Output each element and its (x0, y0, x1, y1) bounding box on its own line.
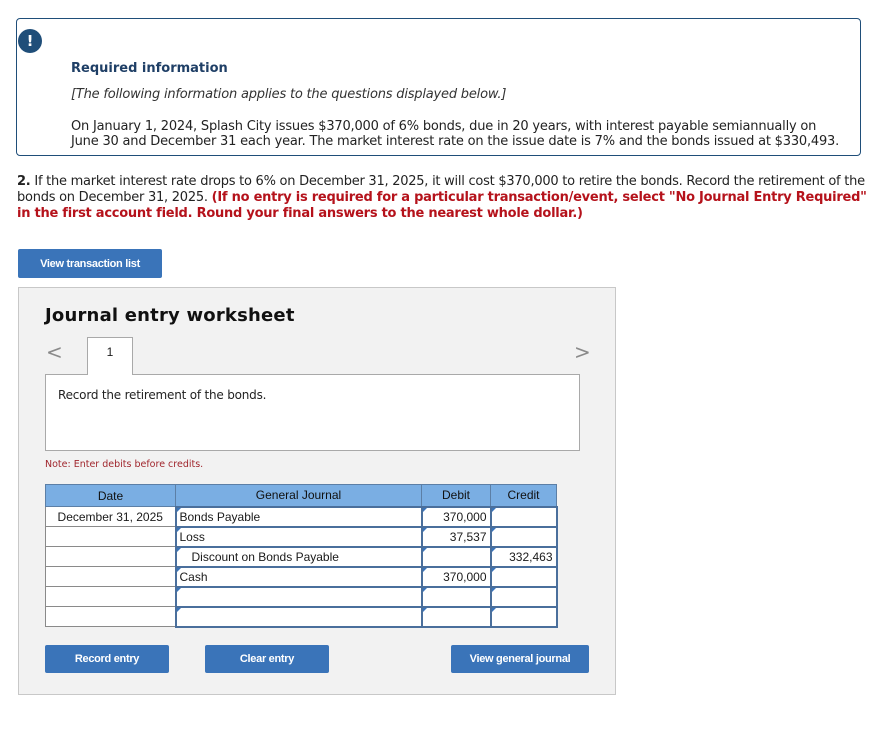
dropdown-marker-icon (176, 567, 181, 572)
question-text: 2. If the market interest rate drops to … (17, 174, 867, 222)
input-marker-icon (491, 527, 496, 532)
date-cell[interactable]: December 31, 2025 (45, 506, 176, 527)
debit-credit-note: Note: Enter debits before credits. (45, 459, 204, 470)
table-row: Discount on Bonds Payable 332,463 (45, 545, 558, 568)
date-cell[interactable] (45, 526, 176, 547)
date-cell[interactable] (45, 606, 176, 627)
date-cell[interactable] (45, 566, 176, 587)
account-field[interactable]: Loss (174, 525, 423, 548)
column-header-debit: Debit (421, 484, 491, 507)
debit-field[interactable] (420, 605, 492, 628)
dropdown-marker-icon (176, 527, 181, 532)
view-general-journal-button[interactable]: View general journal (451, 645, 589, 673)
table-row (45, 605, 558, 628)
required-information-panel: ! Required information [The following in… (16, 18, 861, 156)
input-marker-icon (422, 507, 427, 512)
journal-header-row: Date General Journal Debit Credit (45, 484, 557, 507)
journal-entry-worksheet: Journal entry worksheet < 1 > Record the… (18, 287, 616, 695)
chevron-left-icon[interactable]: < (46, 340, 63, 364)
transaction-description: Record the retirement of the bonds. (58, 388, 267, 402)
input-marker-icon (422, 527, 427, 532)
table-row: Loss 37,537 (45, 525, 558, 548)
credit-field[interactable] (489, 505, 558, 528)
date-cell[interactable] (45, 546, 176, 567)
input-marker-icon (422, 587, 427, 592)
account-field[interactable]: Bonds Payable (174, 505, 423, 528)
transaction-description-box: Record the retirement of the bonds. (45, 374, 580, 451)
dropdown-marker-icon (176, 587, 181, 592)
clear-entry-button[interactable]: Clear entry (205, 645, 329, 673)
dropdown-marker-icon (176, 507, 181, 512)
account-field[interactable]: Discount on Bonds Payable (174, 545, 423, 568)
date-cell[interactable] (45, 586, 176, 607)
record-entry-button[interactable]: Record entry (45, 645, 169, 673)
question-number: 2. (17, 174, 31, 189)
column-header-general-journal: General Journal (175, 484, 422, 507)
input-marker-icon (491, 607, 496, 612)
table-row (45, 585, 558, 608)
input-marker-icon (422, 607, 427, 612)
tab-entry-1[interactable]: 1 (87, 337, 133, 375)
column-header-credit: Credit (490, 484, 557, 507)
account-field[interactable] (174, 605, 423, 628)
credit-field[interactable] (489, 585, 558, 608)
journal-table: Date General Journal Debit Credit Decemb… (45, 484, 558, 628)
table-row: December 31, 2025 Bonds Payable 370,000 (45, 505, 558, 528)
view-transaction-list-button[interactable]: View transaction list (18, 249, 162, 278)
info-subtitle: [The following information applies to th… (71, 87, 507, 102)
input-marker-icon (491, 587, 496, 592)
chevron-right-icon[interactable]: > (574, 340, 591, 364)
debit-field[interactable] (420, 545, 492, 568)
dropdown-marker-icon (176, 547, 181, 552)
dropdown-marker-icon (176, 607, 181, 612)
info-body: On January 1, 2024, Splash City issues $… (71, 119, 840, 149)
account-field[interactable]: Cash (174, 565, 423, 588)
debit-field[interactable]: 37,537 (420, 525, 492, 548)
input-marker-icon (491, 547, 496, 552)
alert-icon: ! (18, 29, 42, 53)
input-marker-icon (491, 567, 496, 572)
account-field[interactable] (174, 585, 423, 608)
column-header-date: Date (45, 484, 176, 507)
worksheet-title: Journal entry worksheet (45, 305, 295, 326)
input-marker-icon (491, 507, 496, 512)
debit-field[interactable]: 370,000 (420, 505, 492, 528)
debit-field[interactable] (420, 585, 492, 608)
input-marker-icon (422, 567, 427, 572)
credit-field[interactable] (489, 565, 558, 588)
input-marker-icon (422, 547, 427, 552)
table-row: Cash 370,000 (45, 565, 558, 588)
credit-field[interactable] (489, 605, 558, 628)
debit-field[interactable]: 370,000 (420, 565, 492, 588)
credit-field[interactable]: 332,463 (489, 545, 558, 568)
info-title: Required information (71, 61, 228, 76)
credit-field[interactable] (489, 525, 558, 548)
